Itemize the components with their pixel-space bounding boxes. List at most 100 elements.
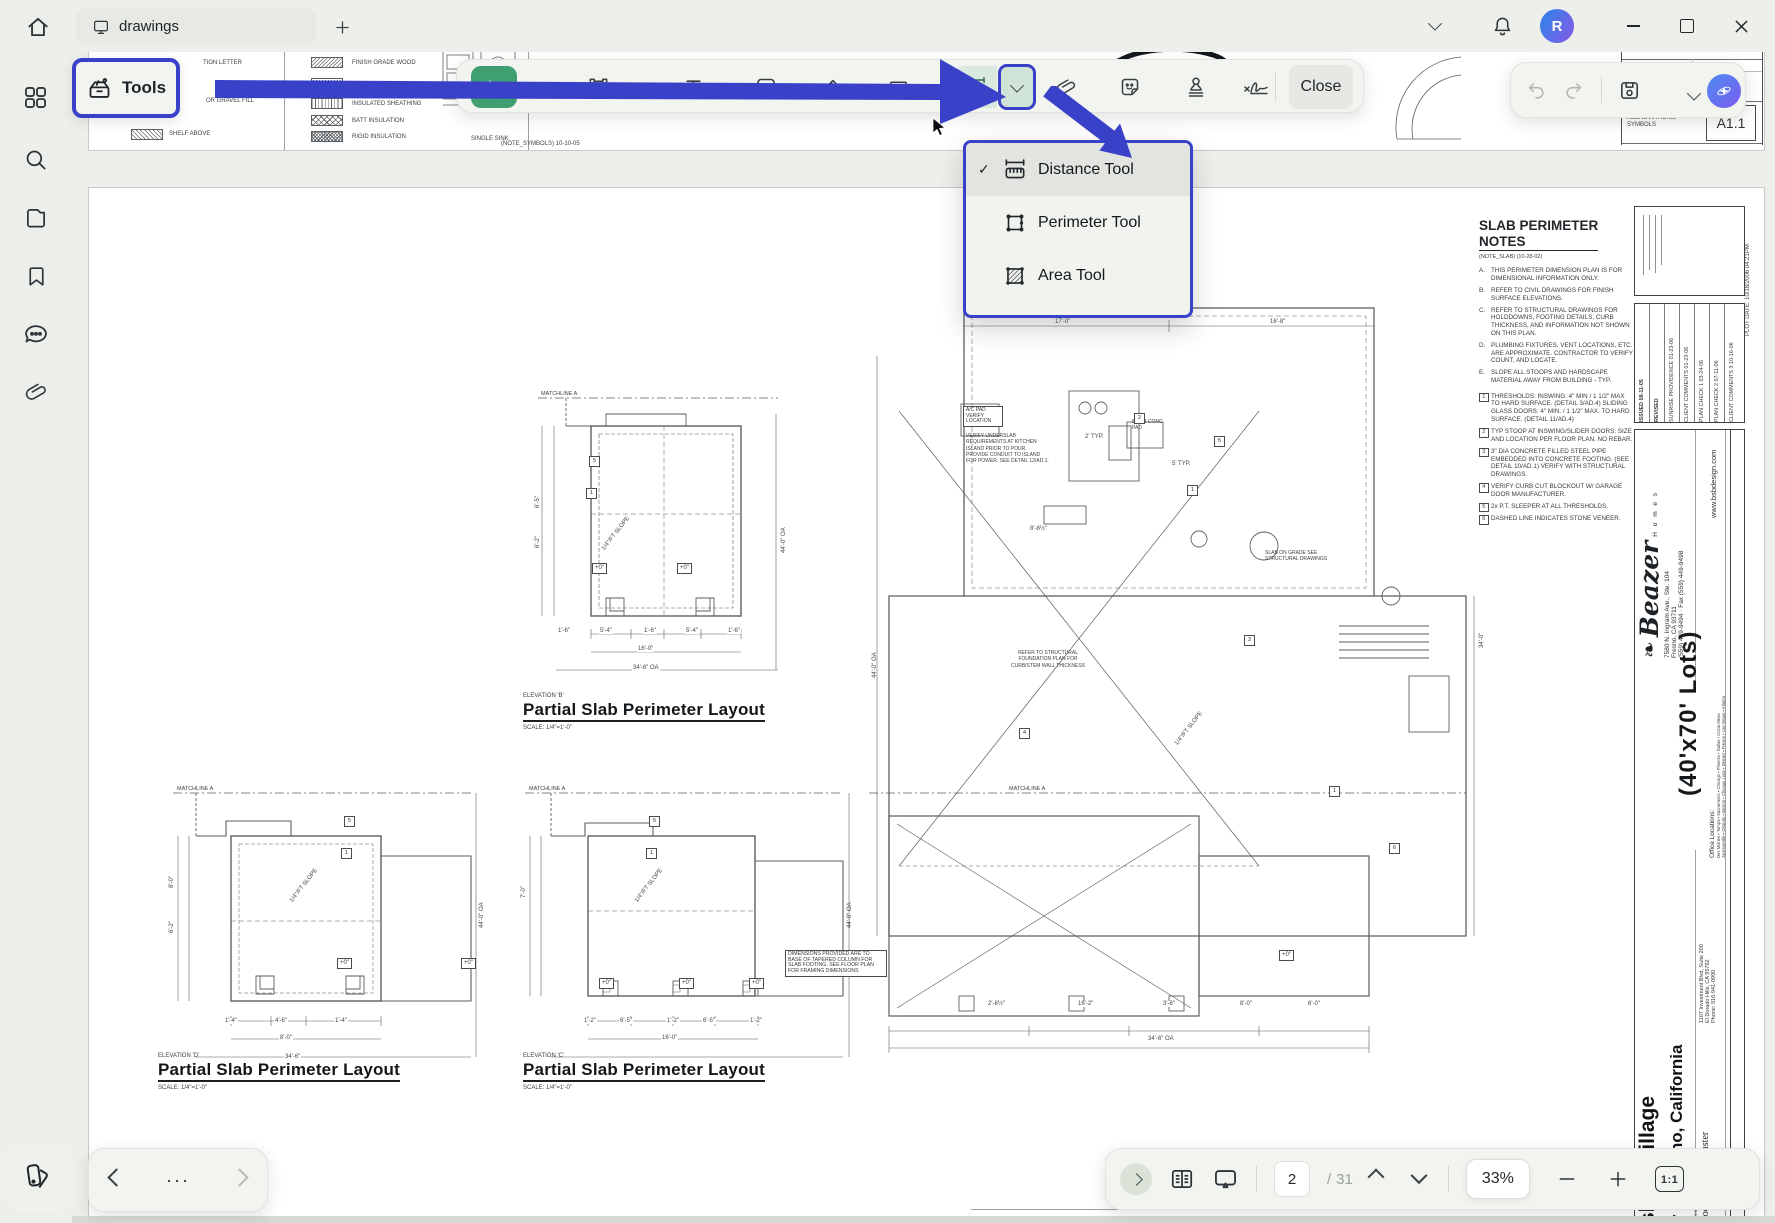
note-text: VERIFY CURB CUT BLOCKOUT W/ GARAGE DOOR …: [1491, 483, 1622, 498]
dim-label: 1'-6": [727, 628, 741, 634]
ai-assistant-button[interactable]: [1707, 74, 1741, 108]
minimize-button[interactable]: [1614, 11, 1652, 41]
perimeter-tool-icon: [1002, 210, 1028, 236]
plan-marker: 1: [1329, 786, 1340, 797]
distance-tool-icon: [1002, 157, 1028, 183]
lots-label: (40'x70' Lots): [1675, 561, 1705, 796]
undo-button[interactable]: [1525, 79, 1547, 101]
app-window: TION LETTER OR GRAVEL FILL SHELF ABOVE F…: [0, 0, 1775, 1223]
note-text: 3" DIA CONCRETE FILLED STEEL PIPE EMBEDD…: [1491, 448, 1629, 478]
theme-swatches-button[interactable]: [22, 1160, 54, 1192]
dim-label: 34'-0": [1479, 633, 1485, 648]
elevation-label: ELEVATION 'C': [523, 1053, 765, 1060]
toolbar-divider: [1275, 73, 1276, 101]
actual-size-button[interactable]: 1:1: [1655, 1166, 1684, 1192]
note-tag: A.: [1479, 267, 1485, 275]
zoom-in-button[interactable]: [1608, 1169, 1628, 1189]
ac-pad-note: A/C PAD VERIFY LOCATION: [963, 406, 1003, 427]
forward-button[interactable]: [233, 1171, 246, 1189]
menu-item-label: Area Tool: [1038, 267, 1105, 285]
slab-perimeter-notes: SLAB PERIMETER NOTES (NOTE_SLAB) (10-28-…: [1479, 218, 1633, 527]
plot-date: PLOT DATE: 10/18/2006 04:21PM: [1745, 206, 1757, 336]
menu-item-area-tool[interactable]: Area Tool: [966, 249, 1190, 302]
scale-label: SCALE: 1/4"=1'-0": [523, 725, 765, 732]
legend-label: RIGID INSULATION: [352, 134, 406, 141]
sidebar-item-pages[interactable]: [23, 205, 49, 231]
office-label: Office Locations:: [1709, 688, 1716, 858]
document-tab[interactable]: drawings: [76, 8, 316, 45]
dim-label: 4'-6": [274, 1018, 288, 1024]
zoom-level-value: 33%: [1482, 1170, 1514, 1188]
chevron-down-icon: [1010, 79, 1024, 93]
sidebar-item-attachments[interactable]: [24, 380, 49, 405]
save-button[interactable]: [1618, 79, 1641, 102]
elev-tag: +0": [461, 958, 476, 969]
dim-label: 1'-4": [334, 1018, 348, 1024]
sidebar-item-comments[interactable]: [22, 321, 50, 349]
tabs-dropdown-button[interactable]: [1430, 17, 1440, 35]
firm-addr-line: Phone: 916-941-0990: [1711, 888, 1717, 1023]
menu-item-perimeter-tool[interactable]: Perimeter Tool: [966, 196, 1190, 249]
stamp-button[interactable]: [1175, 66, 1217, 108]
dim-label: 2'-8½": [987, 1001, 1006, 1007]
annotation-arrow-diagonal: [1040, 86, 1155, 170]
note-tag: 3: [1479, 448, 1489, 458]
notes-title: SLAB PERIMETER NOTES: [1479, 218, 1598, 251]
dim-label: 2' TYP.: [1084, 434, 1105, 440]
zoom-out-button[interactable]: [1557, 1169, 1577, 1189]
note-text: VERIFY UNDERSLAB REQUIREMENTS AT KITCHEN…: [966, 433, 1049, 464]
note-text: PLUMBING FIXTURES, VENT LOCATIONS, ETC. …: [1491, 342, 1633, 364]
note-text: REFER TO STRUCTURAL DRAWINGS FOR HOLDDOW…: [1491, 307, 1630, 337]
tab-title: drawings: [119, 18, 179, 35]
redo-button[interactable]: [1563, 79, 1585, 101]
save-dropdown[interactable]: [1689, 87, 1699, 105]
new-tab-button[interactable]: [330, 15, 354, 39]
note-text: SLAB ON GRADE SEE STRUCTURAL DRAWINGS: [1265, 550, 1327, 562]
notifications-button[interactable]: [1487, 11, 1517, 41]
dim-label: 44'-0" OA: [479, 902, 485, 928]
plan-title: Partial Slab Perimeter Layout: [523, 1060, 765, 1083]
plan-marker: 5: [344, 816, 355, 827]
next-page-button[interactable]: [1413, 1170, 1425, 1188]
main-plan-drawing: [869, 296, 1481, 1066]
checkmark-icon: ✓: [978, 161, 992, 178]
expand-panel-button[interactable]: [1120, 1163, 1152, 1195]
note-tag: 1: [1479, 393, 1489, 403]
note-text: DASHED LINE INDICATES STONE VENEER.: [1491, 515, 1621, 522]
chevron-up-icon: [1367, 1169, 1384, 1186]
beazer-leaf-icon: ❧: [1637, 641, 1661, 658]
note-text: 2x P.T. SLEEPER AT ALL THRESHOLDS.: [1491, 503, 1608, 510]
page-separator: /: [1327, 1171, 1331, 1188]
elev-tag: +0": [679, 978, 694, 989]
home-button[interactable]: [20, 9, 56, 45]
sidebar-item-bookmarks[interactable]: [24, 264, 49, 289]
plan-marker: 1: [1187, 485, 1198, 496]
ai-sparkle-icon: [1714, 81, 1734, 101]
zoom-level-input[interactable]: 33%: [1466, 1159, 1530, 1199]
previous-page-button[interactable]: [1370, 1170, 1382, 1188]
dim-label: 8'-0": [1239, 1001, 1253, 1007]
dim-label: 7'-0": [521, 886, 527, 898]
sidebar-item-apps[interactable]: [22, 84, 49, 111]
close-window-button[interactable]: [1722, 11, 1760, 41]
plan-b-drawing: [536, 386, 786, 686]
document-tab-icon: [92, 18, 110, 36]
plan-marker: 3: [1244, 635, 1255, 646]
tools-button[interactable]: Tools: [72, 58, 180, 118]
avatar[interactable]: R: [1540, 9, 1574, 43]
elev-tag: +0": [599, 978, 614, 989]
close-toolbar-button[interactable]: Close: [1289, 65, 1353, 109]
back-button[interactable]: [110, 1171, 123, 1189]
signature-button[interactable]: [1235, 66, 1277, 108]
area-tool-icon: [1002, 263, 1028, 289]
presentation-mode-button[interactable]: [1212, 1166, 1239, 1193]
page-number-input[interactable]: 2: [1274, 1161, 1310, 1197]
history-nav-pill: ···: [88, 1148, 268, 1212]
page-view-mode-button[interactable]: [1169, 1166, 1195, 1192]
note-text: SLOPE ALL STOOPS AND HARDSCAPE MATERIAL …: [1491, 369, 1611, 384]
more-pages-button[interactable]: ···: [166, 1170, 190, 1191]
sidebar-item-search[interactable]: [23, 147, 49, 173]
dim-label: 8'-0": [169, 876, 175, 888]
tapered-column-note: DIMENSIONS PROVIDED ARE TO BASE OF TAPER…: [785, 950, 887, 977]
maximize-button[interactable]: [1668, 11, 1706, 41]
